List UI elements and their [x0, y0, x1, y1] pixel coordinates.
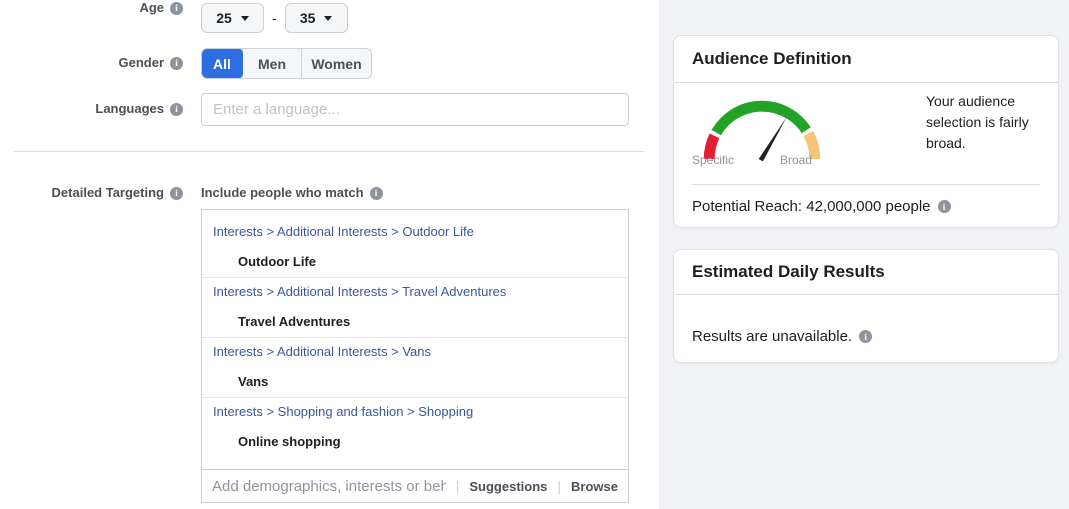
potential-reach-row: Potential Reach: 42,000,000 people i [692, 198, 951, 215]
targeting-entry: Interests > Additional Interests > Vans … [202, 338, 628, 398]
detailed-targeting-listbox: Interests > Additional Interests > Outdo… [201, 209, 629, 470]
age-max-value: 35 [300, 10, 316, 26]
info-icon[interactable]: i [170, 187, 183, 200]
info-icon[interactable]: i [170, 57, 183, 70]
results-unavailable-row: Results are unavailable. i [692, 328, 872, 345]
age-label: Age [139, 0, 164, 16]
targeting-entry: Interests > Additional Interests > Outdo… [202, 218, 628, 278]
age-range-controls: 25 - 35 [201, 3, 348, 33]
gender-label: Gender [118, 55, 164, 71]
chevron-down-icon [241, 16, 249, 21]
gender-segmented-control: All Men Women [201, 48, 372, 79]
info-icon[interactable]: i [170, 2, 183, 15]
detailed-targeting-label: Detailed Targeting [52, 185, 164, 201]
age-min-dropdown[interactable]: 25 [201, 3, 264, 33]
gender-option-all[interactable]: All [201, 48, 243, 79]
targeting-breadcrumb[interactable]: Interests > Additional Interests > Outdo… [213, 223, 617, 241]
audience-definition-title: Audience Definition [692, 49, 852, 69]
footer-separator: | [456, 478, 460, 494]
audience-definition-header: Audience Definition [674, 36, 1058, 83]
age-label-row: Age i [0, 0, 183, 16]
gender-option-men[interactable]: Men [242, 49, 301, 78]
gauge-middle-arc [716, 106, 806, 132]
targeting-add-bar: | Suggestions | Browse [201, 469, 629, 503]
footer-separator: | [557, 478, 561, 494]
audience-definition-body: Specific Broad Your audience selection i… [674, 83, 1058, 228]
audience-targeting-page: Age i 25 - 35 Gender i All Men Women Lan… [0, 0, 1069, 509]
potential-reach-text: Potential Reach: 42,000,000 people [692, 198, 931, 215]
audience-definition-card: Audience Definition Specific Broad Your … [673, 35, 1059, 228]
age-min-value: 25 [216, 10, 232, 26]
browse-button[interactable]: Browse [571, 479, 618, 494]
targeting-item: Travel Adventures [213, 313, 617, 331]
chevron-down-icon [324, 16, 332, 21]
targeting-item: Outdoor Life [213, 253, 617, 271]
estimated-daily-results-body: Results are unavailable. i [674, 295, 1058, 363]
languages-label-row: Languages i [0, 101, 183, 117]
gender-option-women[interactable]: Women [301, 49, 371, 78]
gauge-broad-label: Broad [780, 153, 812, 167]
suggestions-button[interactable]: Suggestions [469, 479, 547, 494]
estimated-daily-results-card: Estimated Daily Results Results are unav… [673, 249, 1059, 363]
languages-label: Languages [95, 101, 164, 117]
targeting-breadcrumb[interactable]: Interests > Additional Interests > Vans [213, 343, 617, 361]
info-icon[interactable]: i [938, 200, 951, 213]
estimated-daily-results-header: Estimated Daily Results [674, 250, 1058, 295]
results-unavailable-text: Results are unavailable. [692, 328, 852, 345]
card-divider [692, 184, 1040, 185]
include-label-row: Include people who match i [201, 185, 383, 201]
languages-input[interactable] [201, 93, 629, 126]
audience-message: Your audience selection is fairly broad. [926, 91, 1044, 154]
section-divider [14, 151, 644, 152]
right-rail: Audience Definition Specific Broad Your … [659, 0, 1069, 509]
gauge-specific-label: Specific [692, 153, 734, 167]
include-people-label: Include people who match [201, 185, 364, 201]
targeting-entry: Interests > Additional Interests > Trave… [202, 278, 628, 338]
targeting-breadcrumb[interactable]: Interests > Shopping and fashion > Shopp… [213, 403, 617, 421]
estimated-daily-results-title: Estimated Daily Results [692, 262, 885, 282]
info-icon[interactable]: i [170, 103, 183, 116]
targeting-entry: Interests > Shopping and fashion > Shopp… [202, 398, 628, 458]
info-icon[interactable]: i [859, 330, 872, 343]
targeting-item: Vans [213, 373, 617, 391]
targeting-item: Online shopping [213, 433, 617, 451]
add-targeting-input[interactable] [212, 478, 446, 495]
info-icon[interactable]: i [370, 187, 383, 200]
age-range-separator: - [272, 10, 277, 26]
detailed-targeting-label-row: Detailed Targeting i [0, 185, 183, 201]
gender-label-row: Gender i [0, 55, 183, 71]
age-max-dropdown[interactable]: 35 [285, 3, 348, 33]
targeting-breadcrumb[interactable]: Interests > Additional Interests > Trave… [213, 283, 617, 301]
